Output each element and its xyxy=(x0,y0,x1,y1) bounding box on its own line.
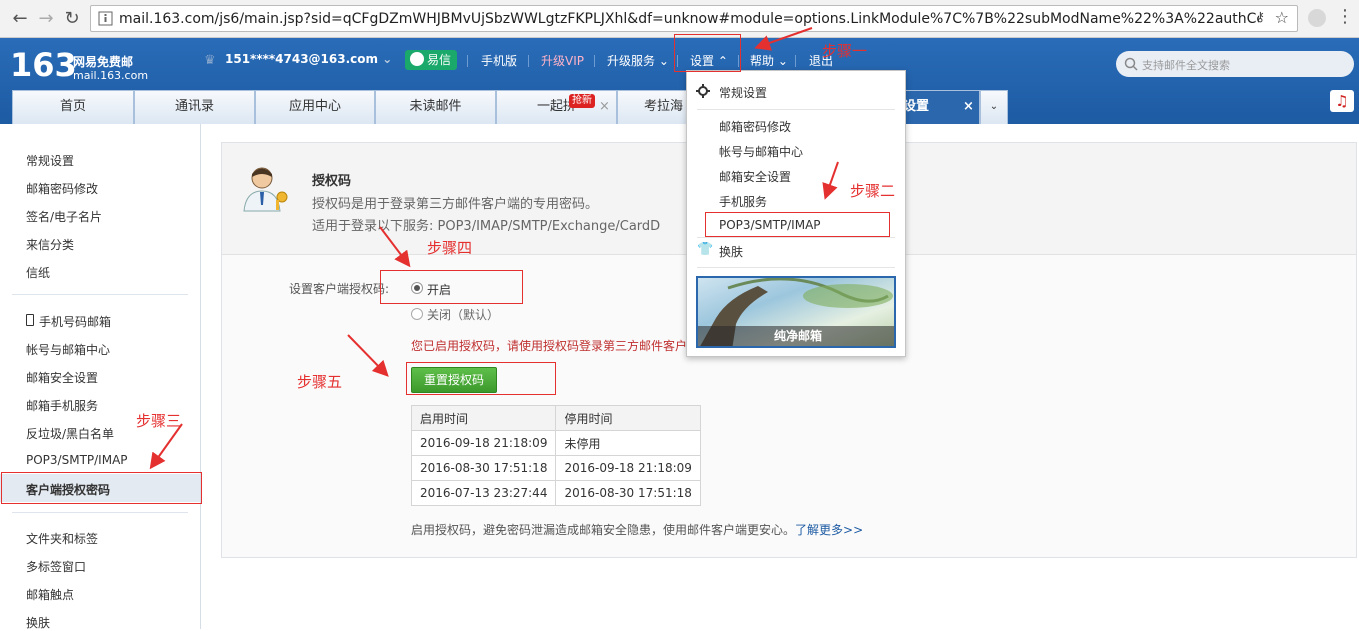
annotation-arrows xyxy=(149,27,839,470)
annotation-step1: 步骤一 xyxy=(822,42,868,60)
annotation-step3: 步骤三 xyxy=(136,412,182,430)
annotation-step5: 步骤五 xyxy=(297,373,343,391)
arrow-step2 xyxy=(822,161,839,200)
annotation-step4: 步骤四 xyxy=(427,239,473,257)
arrow-step5 xyxy=(347,334,389,377)
arrow-step4 xyxy=(379,226,411,268)
annotation-step2: 步骤二 xyxy=(850,182,896,200)
arrow-step1 xyxy=(754,27,813,51)
